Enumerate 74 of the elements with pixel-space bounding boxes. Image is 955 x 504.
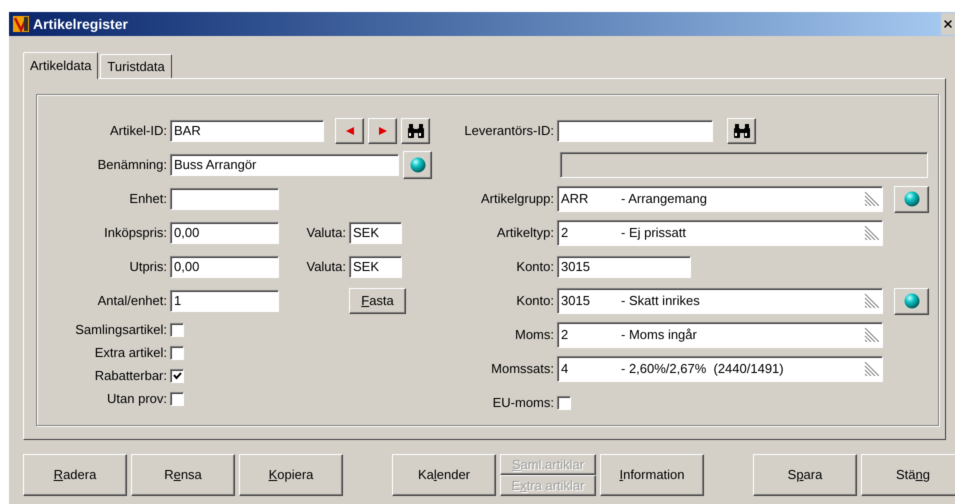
action-button[interactable]: Radera <box>23 454 127 496</box>
grip-icon <box>863 362 879 376</box>
sphere-icon <box>904 293 920 309</box>
field-label: Konto: <box>516 258 554 276</box>
lookup-button[interactable] <box>403 151 432 179</box>
combo-field[interactable]: 3015 - Skatt inrikes <box>557 288 883 314</box>
close-button[interactable] <box>941 13 955 35</box>
input-field[interactable]: Buss Arrangör <box>170 154 399 176</box>
action-button[interactable]: Information <box>600 454 704 496</box>
lookup-button[interactable] <box>894 288 929 314</box>
field-label: Benämning: <box>98 156 167 174</box>
field-label: Rabatterbar: <box>94 366 167 385</box>
input-field[interactable]: 0,00 <box>170 222 279 244</box>
lookup-button[interactable] <box>894 186 929 212</box>
checkbox[interactable] <box>170 392 184 406</box>
action-button[interactable]: Kopiera <box>239 454 343 496</box>
input-field[interactable]: 0,00 <box>170 256 279 278</box>
field-label: Moms: <box>515 326 554 344</box>
grip-icon <box>863 328 879 342</box>
field-label: Leverantörs-ID: <box>464 122 554 140</box>
input-field[interactable]: 1 <box>170 290 279 312</box>
field-label: Artikel-ID: <box>110 122 167 140</box>
field-label: Antal/enhet: <box>98 292 167 310</box>
input-field[interactable]: SEK <box>349 222 402 244</box>
checkmark-icon <box>172 372 182 380</box>
action-button[interactable]: Rensa <box>131 454 235 496</box>
field-label: Enhet: <box>129 190 167 208</box>
combo-field[interactable]: ARR - Arrangemang <box>557 186 883 212</box>
field-label: Valuta: <box>306 224 346 242</box>
input-field[interactable]: SEK <box>349 256 402 278</box>
checkbox[interactable] <box>170 368 184 382</box>
field-label: Utpris: <box>129 258 167 276</box>
sphere-icon <box>904 191 920 207</box>
window-title: Artikelregister <box>33 14 128 34</box>
left-triangle-icon <box>344 126 354 136</box>
checkbox[interactable] <box>170 346 184 360</box>
field-label: Konto: <box>516 292 554 310</box>
field-label: Artikeltyp: <box>496 224 554 242</box>
grip-icon <box>863 294 879 308</box>
search-button[interactable] <box>401 118 430 144</box>
field-label: Extra artikel: <box>94 344 167 362</box>
action-button[interactable]: Spara <box>753 454 857 496</box>
next-button[interactable] <box>368 118 397 144</box>
fasta-button[interactable]: Fasta <box>349 288 406 314</box>
tab[interactable]: Turistdata <box>100 54 172 78</box>
search-button[interactable] <box>727 118 756 144</box>
input-field[interactable] <box>557 120 713 142</box>
checkbox[interactable] <box>170 322 184 336</box>
field-label: Samlingsartikel: <box>75 320 167 339</box>
input-field[interactable]: 3015 <box>557 256 691 278</box>
binoculars-icon <box>732 123 752 139</box>
action-button[interactable]: Kalender <box>392 454 496 496</box>
close-icon <box>942 18 954 30</box>
combo-field[interactable]: 2 - Moms ingår <box>557 322 883 348</box>
input-field[interactable] <box>170 188 279 210</box>
field-label: Artikelgrupp: <box>481 190 554 208</box>
combo-field[interactable]: 2 - Ej prissatt <box>557 220 883 246</box>
input-field[interactable]: BAR <box>170 120 324 142</box>
checkbox[interactable] <box>557 396 571 410</box>
sphere-icon <box>410 157 426 173</box>
field-label: EU-moms: <box>492 394 554 412</box>
tab[interactable]: Artikeldata <box>23 52 98 79</box>
app-icon <box>12 15 30 33</box>
grip-icon <box>863 192 879 206</box>
previous-button[interactable] <box>335 118 364 144</box>
field-label: Inköpspris: <box>104 224 167 242</box>
field-label: Momssats: <box>491 360 554 378</box>
binoculars-icon <box>406 123 426 139</box>
field-label: Valuta: <box>306 258 346 276</box>
grip-icon <box>863 226 879 240</box>
field-label: Utan prov: <box>107 390 167 408</box>
action-button[interactable]: Stäng <box>861 454 955 496</box>
combo-field[interactable]: 4 - 2,60%/2,67% (2440/1491) <box>557 356 883 382</box>
right-triangle-icon <box>378 126 388 136</box>
